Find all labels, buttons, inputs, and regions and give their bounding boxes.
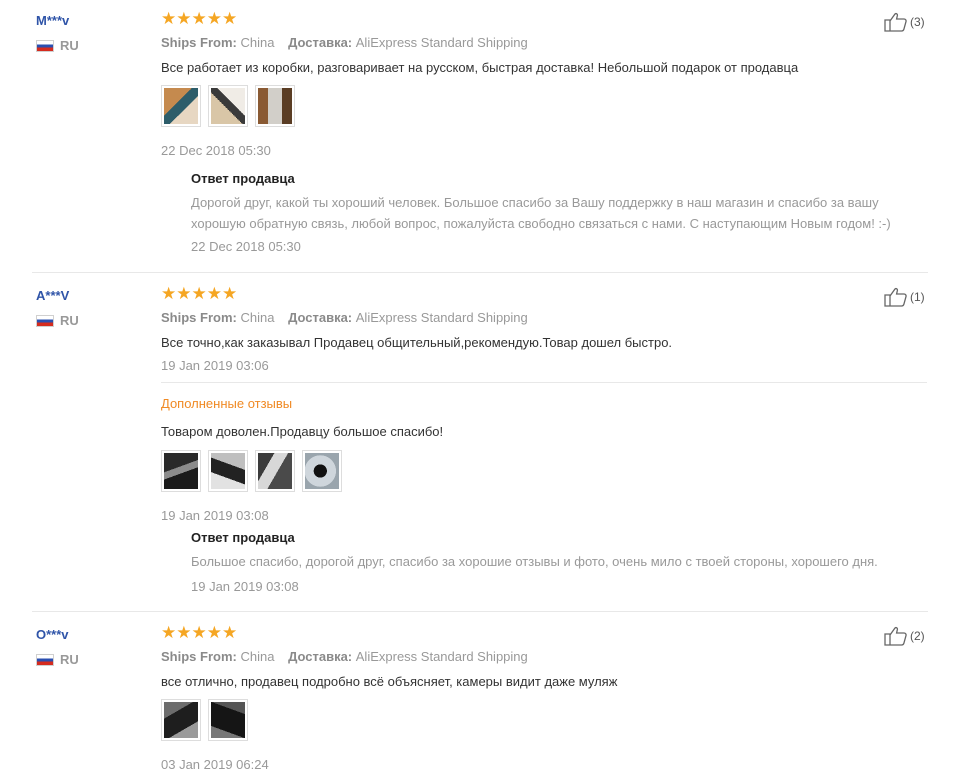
followup-date: 19 Jan 2019 03:08 (161, 508, 269, 523)
review-item: M***v RU ★★★★★ (3) Ships From: China Дос… (0, 0, 966, 272)
review-photo[interactable] (255, 85, 295, 127)
reviewer-name[interactable]: M***v (36, 13, 69, 28)
seller-reply-text: Большое спасибо, дорогой друг, спасибо з… (191, 554, 878, 569)
star-rating: ★★★★★ (161, 284, 238, 303)
thumbs-up-icon (884, 287, 907, 307)
review-photo[interactable] (208, 450, 248, 492)
delivery-label: Доставка: (288, 35, 353, 50)
review-photo[interactable] (255, 450, 295, 492)
followup-title: Дополненные отзывы (161, 396, 293, 411)
thumbs-up-icon (884, 626, 907, 646)
seller-reply-title: Ответ продавца (191, 171, 295, 186)
shipping-info: Ships From: China Доставка: AliExpress S… (161, 310, 528, 325)
delivery-value: AliExpress Standard Shipping (355, 310, 528, 325)
review-photo[interactable] (161, 450, 201, 492)
country-code: RU (60, 313, 79, 328)
followup-divider (161, 382, 927, 383)
thumbs-up-icon (884, 12, 907, 32)
seller-reply-text: Дорогой друг, какой ты хороший человек. … (191, 195, 891, 231)
review-date: 22 Dec 2018 05:30 (161, 143, 271, 158)
reviewer-name[interactable]: A***V (36, 288, 69, 303)
review-date: 03 Jan 2019 06:24 (161, 757, 269, 772)
reviewer-country: RU (36, 313, 79, 328)
seller-reply-date: 19 Jan 2019 03:08 (191, 579, 299, 594)
ships-from-value: China (240, 35, 275, 50)
review-photos (161, 699, 248, 741)
helpful-count: (1) (910, 290, 925, 304)
helpful-count: (3) (910, 15, 925, 29)
delivery-label: Доставка: (288, 649, 353, 664)
country-code: RU (60, 652, 79, 667)
shipping-info: Ships From: China Доставка: AliExpress S… (161, 35, 528, 50)
review-photo[interactable] (161, 85, 201, 127)
reviewer-country: RU (36, 652, 79, 667)
review-item: A***V RU ★★★★★ (1) Ships From: China Дос… (0, 273, 966, 611)
ships-from-value: China (240, 649, 275, 664)
delivery-value: AliExpress Standard Shipping (355, 649, 528, 664)
helpful-button[interactable]: (1) (884, 287, 925, 307)
star-rating: ★★★★★ (161, 623, 238, 642)
reviewer-country: RU (36, 38, 79, 53)
flag-ru-icon (36, 653, 54, 666)
delivery-value: AliExpress Standard Shipping (355, 35, 528, 50)
ships-from-label: Ships From: (161, 649, 237, 664)
review-photo[interactable] (302, 450, 342, 492)
seller-reply-title: Ответ продавца (191, 530, 295, 545)
followup-text: Товаром доволен.Продавцу большое спасибо… (161, 424, 444, 439)
review-date: 19 Jan 2019 03:06 (161, 358, 269, 373)
ships-from-label: Ships From: (161, 35, 237, 50)
ships-from-value: China (240, 310, 275, 325)
review-text: Все работает из коробки, разговаривает н… (161, 60, 799, 75)
review-photo[interactable] (161, 699, 201, 741)
seller-reply-date: 22 Dec 2018 05:30 (191, 239, 301, 254)
review-text: Все точно,как заказывал Продавец общител… (161, 335, 673, 350)
flag-ru-icon (36, 39, 54, 52)
review-item: O***v RU ★★★★★ (2) Ships From: China Дос… (0, 612, 966, 778)
helpful-button[interactable]: (2) (884, 626, 925, 646)
country-code: RU (60, 38, 79, 53)
helpful-count: (2) (910, 629, 925, 643)
review-text: все отлично, продавец подробно всё объяс… (161, 674, 618, 689)
helpful-button[interactable]: (3) (884, 12, 925, 32)
review-photo[interactable] (208, 699, 248, 741)
review-photos (161, 85, 295, 127)
flag-ru-icon (36, 314, 54, 327)
followup-photos (161, 450, 342, 492)
ships-from-label: Ships From: (161, 310, 237, 325)
reviewer-name[interactable]: O***v (36, 627, 69, 642)
star-rating: ★★★★★ (161, 9, 238, 28)
review-photo[interactable] (208, 85, 248, 127)
delivery-label: Доставка: (288, 310, 353, 325)
shipping-info: Ships From: China Доставка: AliExpress S… (161, 649, 528, 664)
